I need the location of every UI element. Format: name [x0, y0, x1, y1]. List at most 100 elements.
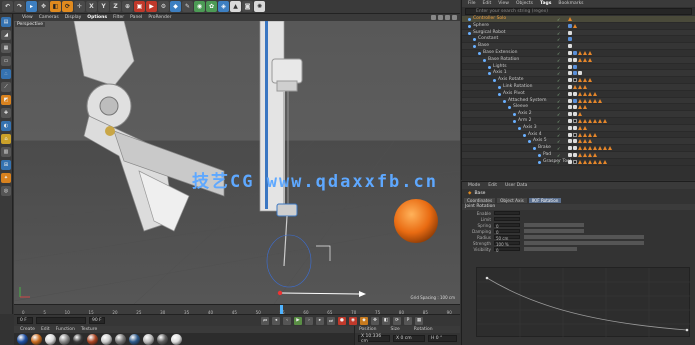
falloff-graph[interactable]	[476, 267, 691, 338]
viewport-menu-cameras[interactable]: Cameras	[39, 15, 59, 20]
deformer-icon[interactable]: ◈	[218, 1, 229, 12]
tab-ik-rotation[interactable]: IK/F Rotation	[528, 198, 562, 203]
timeline[interactable]: 051015202530354045505560657075808590	[14, 304, 460, 315]
ik-tag-icon[interactable]	[588, 78, 592, 83]
property-value-field[interactable]: 0	[494, 228, 520, 235]
texture-tag-icon[interactable]	[568, 146, 572, 151]
environment-icon[interactable]: ▲	[230, 1, 241, 12]
rotate-icon[interactable]: ⟳	[62, 1, 73, 12]
material-swatch[interactable]	[73, 333, 84, 345]
viewport-menu-view[interactable]: View	[22, 15, 33, 20]
property-value-field[interactable]: 50 cm	[494, 234, 520, 241]
texture-tag-icon[interactable]	[573, 112, 577, 117]
redo-icon[interactable]: ↷	[14, 1, 25, 12]
ik-tag-icon[interactable]	[588, 118, 592, 123]
3d-viewport[interactable]: Perspective 技艺CG www.qdaxxfb.cn Grid Spa…	[14, 21, 460, 304]
move-icon[interactable]: ✥	[38, 1, 49, 12]
ik-tag-icon[interactable]	[583, 132, 587, 137]
ik-tag-icon[interactable]	[578, 84, 582, 89]
ik-tag-icon[interactable]	[588, 50, 592, 55]
position-x-field[interactable]: X 10.336 cm	[358, 334, 390, 344]
position-key-icon[interactable]: ✥	[371, 316, 379, 325]
om-menu-tags[interactable]: Tags	[540, 1, 551, 6]
record-icon[interactable]: ●	[338, 316, 346, 325]
ik-tag-icon[interactable]	[573, 84, 577, 89]
display-tag-icon[interactable]	[568, 23, 572, 28]
ik-tag-icon[interactable]	[588, 159, 592, 164]
property-value-field[interactable]: 100 %	[494, 240, 520, 247]
texture-tag-icon[interactable]	[568, 98, 572, 103]
protection-tag-icon[interactable]	[573, 159, 577, 164]
ik-tag-icon[interactable]	[588, 98, 592, 103]
object-row[interactable]: Brake ✓	[462, 145, 695, 152]
ik-tag-icon[interactable]	[583, 91, 587, 96]
coord-system-icon[interactable]: ⊕	[122, 1, 133, 12]
model-mode-icon[interactable]: ◢	[1, 30, 11, 40]
display-tag-icon[interactable]	[573, 64, 577, 69]
rotation-key-icon[interactable]: ⟳	[393, 316, 401, 325]
om-menu-file[interactable]: File	[468, 1, 476, 6]
ik-tag-icon[interactable]	[593, 159, 597, 164]
property-slider[interactable]	[524, 234, 644, 240]
ik-tag-icon[interactable]	[588, 91, 592, 96]
zoom-icon[interactable]	[438, 15, 443, 20]
start-frame-field[interactable]: 0 F	[17, 317, 33, 324]
orbit-icon[interactable]	[445, 15, 450, 20]
ik-tag-icon[interactable]	[583, 159, 587, 164]
render-icon[interactable]: ▶	[146, 1, 157, 12]
object-row[interactable]: Sphere ✓	[462, 23, 695, 30]
texture-tag-icon[interactable]	[568, 84, 572, 89]
ik-tag-icon[interactable]	[578, 125, 582, 130]
sphere-object[interactable]	[394, 199, 438, 243]
next-frame-icon[interactable]: ›	[305, 316, 313, 325]
prev-key-icon[interactable]: ◂	[272, 316, 280, 325]
ik-tag-icon[interactable]	[598, 159, 602, 164]
texture-tag-icon[interactable]	[568, 30, 572, 35]
texture-tag-icon[interactable]	[568, 112, 572, 117]
polygons-mode-icon[interactable]: ◩	[1, 95, 11, 105]
ik-tag-icon[interactable]	[578, 105, 582, 110]
ik-tag-icon[interactable]	[578, 91, 582, 96]
object-row[interactable]: Base Rotation ✓	[462, 56, 695, 64]
prev-frame-icon[interactable]: ‹	[283, 316, 291, 325]
ik-tag-icon[interactable]	[593, 152, 597, 157]
ik-tag-icon[interactable]	[603, 118, 607, 123]
om-menu-edit[interactable]: Edit	[483, 1, 492, 6]
ik-tag-icon[interactable]	[598, 118, 602, 123]
property-value-field[interactable]: 0	[494, 222, 520, 229]
auto-key-icon[interactable]: ◉	[349, 316, 357, 325]
object-row[interactable]: Pad ✓	[462, 151, 695, 159]
last-tool-icon[interactable]: ✛	[74, 1, 85, 12]
texture-tag-icon[interactable]	[568, 64, 572, 69]
scale-icon[interactable]: ◧	[50, 1, 61, 12]
z-axis-button[interactable]: Z	[110, 1, 121, 12]
am-menu-mode[interactable]: Mode	[468, 183, 480, 188]
property-value-field[interactable]: 0	[494, 246, 520, 253]
ik-tag-icon[interactable]	[608, 146, 612, 151]
object-row[interactable]: Link Rotation ✓	[462, 83, 695, 91]
texture-tag-icon[interactable]	[573, 57, 577, 62]
object-row[interactable]: Axis 2 ✓	[462, 111, 695, 118]
ik-tag-icon[interactable]	[603, 159, 607, 164]
ik-tag-icon[interactable]	[583, 105, 587, 110]
range-slider[interactable]	[36, 317, 86, 324]
texture-mode-icon[interactable]: ▦	[1, 43, 11, 53]
property-slider[interactable]	[524, 240, 644, 246]
ik-tag-icon[interactable]	[593, 98, 597, 103]
object-row[interactable]: Base Extension ✓	[462, 50, 695, 57]
om-menu-bookmarks[interactable]: Bookmarks	[558, 1, 583, 6]
texture-tag-icon[interactable]	[568, 57, 572, 62]
ik-tag-icon[interactable]	[588, 57, 592, 62]
texture-tag-icon[interactable]	[568, 50, 572, 55]
object-row[interactable]: Constant ✓	[462, 36, 695, 44]
material-swatch[interactable]	[115, 333, 126, 345]
texture-tag-icon[interactable]	[568, 132, 572, 137]
material-swatch[interactable]	[157, 333, 168, 345]
ik-tag-icon[interactable]	[583, 57, 587, 62]
protection-tag-icon[interactable]	[573, 118, 577, 123]
ik-tag-icon[interactable]	[578, 50, 582, 55]
material-swatch[interactable]	[31, 333, 42, 345]
select-icon[interactable]: ▸	[26, 1, 37, 12]
sculpt-icon[interactable]: ✦	[1, 173, 11, 183]
property-value-field[interactable]	[494, 210, 520, 216]
